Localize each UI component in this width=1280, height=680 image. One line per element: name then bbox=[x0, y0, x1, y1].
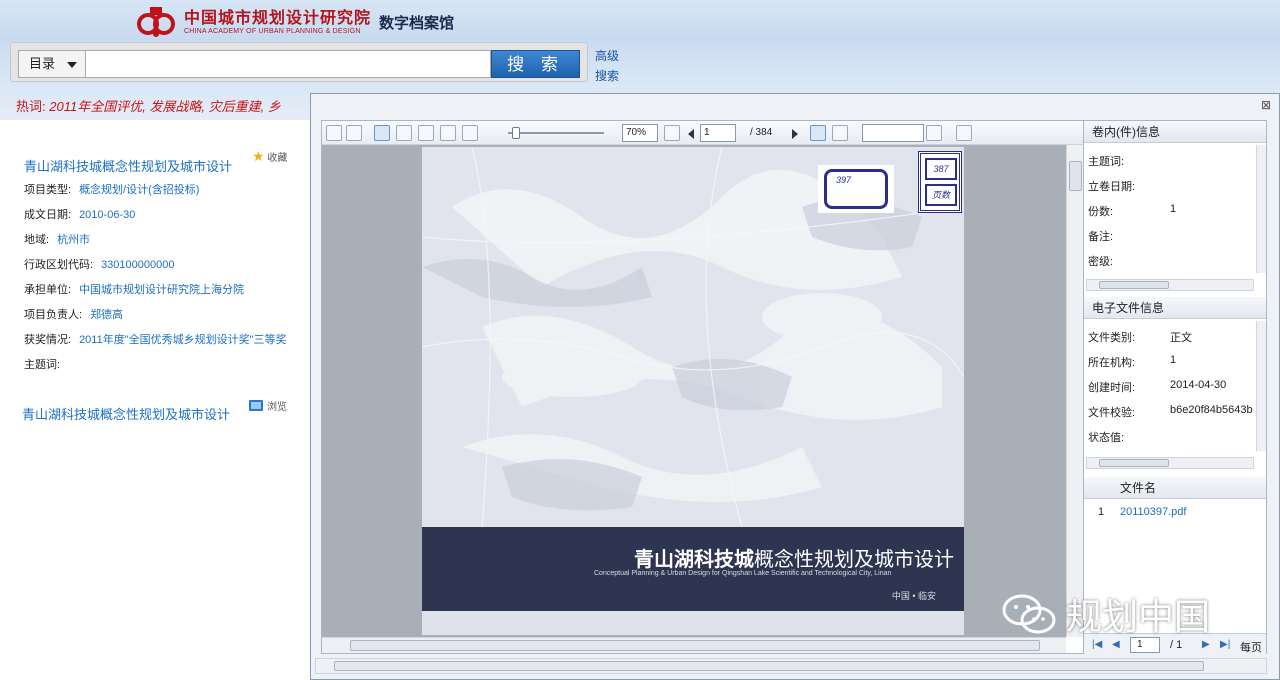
prop-file-category: 文件类别: 正文 bbox=[1088, 332, 1192, 344]
pager-total: / 1 bbox=[1170, 639, 1183, 651]
field-keywords: 主题词: bbox=[24, 359, 61, 371]
next-page-icon[interactable]: ▶ bbox=[1202, 639, 1210, 650]
file-index: 1 bbox=[1098, 506, 1105, 518]
prev-page-icon[interactable] bbox=[688, 129, 694, 139]
monitor-icon bbox=[249, 400, 263, 411]
last-page-icon[interactable]: ▶| bbox=[1220, 639, 1230, 650]
zoom-level-input[interactable]: 70% bbox=[622, 124, 658, 142]
single-page-icon[interactable] bbox=[374, 125, 390, 141]
close-icon[interactable]: ⊠ bbox=[1261, 98, 1271, 112]
next-page-icon[interactable] bbox=[792, 129, 798, 139]
volume-info-scrollbar[interactable] bbox=[1256, 145, 1266, 273]
field-awards: 获奖情况: 2011年度"全国优秀城乡规划设计奖"三等奖 bbox=[24, 334, 287, 346]
search-scope-select[interactable]: 目录 bbox=[18, 50, 86, 78]
cover-title-band: 青山湖科技城概念性规划及城市设计 Conceptual Planning & U… bbox=[422, 527, 964, 611]
fit-width-icon[interactable] bbox=[440, 125, 456, 141]
prop-keywords: 主题词: bbox=[1088, 156, 1125, 168]
search-input[interactable] bbox=[86, 50, 491, 78]
cover-title: 青山湖科技城概念性规划及城市设计 bbox=[634, 547, 954, 571]
viewer-horizontal-scrollbar[interactable] bbox=[315, 658, 1267, 674]
field-organization: 承担单位: 中国城市规划设计研究院上海分院 bbox=[24, 284, 245, 296]
pdf-canvas: 397 387 页数 青山湖科技城概念性规划及城市设计 Conceptual P… bbox=[322, 145, 1066, 637]
download-icon[interactable] bbox=[346, 125, 362, 141]
grid-view-icon[interactable] bbox=[418, 125, 434, 141]
prop-filing-date: 立卷日期: bbox=[1088, 181, 1136, 193]
hot-words-label: 热词: bbox=[16, 99, 46, 114]
properties-pane: 卷内(件)信息 主题词: 立卷日期: 份数: 1 备注: 密级: 电子文件信息 文… bbox=[1083, 120, 1267, 655]
hot-words-terms[interactable]: 2011年全国评优, 发展战略, 灾后重建, 乡 bbox=[49, 99, 281, 114]
org-name-en: CHINA ACADEMY OF URBAN PLANNING & DESIGN bbox=[184, 27, 361, 35]
field-project-lead: 项目负责人: 郑德高 bbox=[24, 309, 124, 321]
cover-place: 中国 • 临安 bbox=[891, 591, 936, 601]
pdf-vertical-scrollbar[interactable] bbox=[1066, 145, 1084, 637]
favorite-button[interactable]: ★ 收藏 bbox=[252, 148, 287, 165]
file-name-column[interactable]: 文件名 bbox=[1120, 477, 1156, 499]
volume-info-hscrollbar[interactable] bbox=[1086, 279, 1254, 291]
double-page-icon[interactable] bbox=[396, 125, 412, 141]
caupd-logo-icon bbox=[134, 4, 178, 40]
zoom-slider-track[interactable] bbox=[508, 132, 604, 134]
fit-height-icon[interactable] bbox=[462, 125, 478, 141]
prop-checksum: 文件校验: b6e20f84b5643b bbox=[1088, 404, 1253, 419]
fullscreen-icon[interactable] bbox=[664, 125, 680, 141]
app-title: 数字档案馆 bbox=[379, 13, 455, 32]
archive-stamp: 397 bbox=[818, 165, 894, 213]
record-detail-panel: 青山湖科技城概念性规划及城市设计 ★ 收藏 项目类型: 概念规划/设计(含招投标)… bbox=[0, 124, 310, 680]
scrollbar-thumb[interactable] bbox=[350, 640, 1040, 651]
field-date: 成文日期: 2010-06-30 bbox=[24, 209, 136, 221]
find-input[interactable] bbox=[862, 124, 924, 142]
search-scope-label: 目录 bbox=[29, 56, 56, 71]
efile-info-scrollbar[interactable] bbox=[1256, 321, 1266, 451]
site-logo[interactable]: 中国城市规划设计研究院 CHINA ACADEMY OF URBAN PLANN… bbox=[134, 4, 454, 40]
browse-button[interactable]: 浏览 bbox=[249, 398, 287, 413]
favorite-label: 收藏 bbox=[267, 153, 288, 164]
file-list-row[interactable]: 1 20110397.pdf bbox=[1084, 501, 1266, 523]
hand-tool-icon[interactable] bbox=[832, 125, 848, 141]
search-icon[interactable] bbox=[926, 125, 942, 141]
page-total: / 384 bbox=[750, 127, 773, 138]
text-select-icon[interactable] bbox=[810, 125, 826, 141]
watermark-text: 规划中国 bbox=[1066, 597, 1211, 638]
volume-info-header[interactable]: 卷内(件)信息 bbox=[1084, 121, 1266, 143]
pdf-pane: 70% 1 / 384 397 387 页数 青山湖科技城概念性规划及城市设计 … bbox=[321, 120, 1085, 654]
efile-info-hscrollbar[interactable] bbox=[1086, 457, 1254, 469]
print-icon[interactable] bbox=[326, 125, 342, 141]
field-admin-code: 行政区划代码: 330100000000 bbox=[24, 259, 175, 271]
field-project-type: 项目类型: 概念规划/设计(含招投标) bbox=[24, 184, 200, 196]
hot-words: 热词: 2011年全国评优, 发展战略, 灾后重建, 乡 bbox=[16, 96, 281, 115]
page-number-input[interactable]: 1 bbox=[700, 124, 736, 142]
prop-copies: 份数: 1 bbox=[1088, 203, 1177, 218]
file-name-link[interactable]: 20110397.pdf bbox=[1120, 501, 1186, 523]
prop-notes: 备注: bbox=[1088, 231, 1114, 243]
search-button[interactable]: 搜 索 bbox=[491, 50, 580, 78]
wechat-icon bbox=[1000, 592, 1060, 636]
prop-institution: 所在机构: 1 bbox=[1088, 354, 1177, 369]
file-title-link[interactable]: 青山湖科技城概念性规划及城市设计 bbox=[22, 404, 230, 423]
prop-created-time: 创建时间: 2014-04-30 bbox=[1088, 379, 1227, 394]
cover-page: 397 387 页数 青山湖科技城概念性规划及城市设计 Conceptual P… bbox=[422, 147, 964, 635]
pdf-toolbar: 70% 1 / 384 bbox=[322, 121, 1084, 145]
archive-stamp-box: 387 页数 bbox=[918, 151, 962, 213]
pdf-horizontal-scrollbar[interactable] bbox=[322, 637, 1066, 653]
prop-classification: 密级: bbox=[1088, 256, 1114, 268]
prev-page-icon[interactable]: ◀ bbox=[1112, 639, 1120, 650]
cover-subtitle: Conceptual Planning & Urban Design for Q… bbox=[594, 570, 892, 577]
browse-label: 浏览 bbox=[267, 402, 287, 413]
scrollbar-thumb[interactable] bbox=[1069, 161, 1082, 191]
efile-info-header[interactable]: 电子文件信息 bbox=[1084, 297, 1266, 319]
highlight-icon[interactable] bbox=[956, 125, 972, 141]
first-page-icon[interactable]: |◀ bbox=[1092, 639, 1102, 650]
wechat-watermark: 规划中国 bbox=[1000, 588, 1210, 640]
zoom-slider-thumb[interactable] bbox=[512, 127, 520, 139]
pager-per-page: 每页 bbox=[1240, 642, 1262, 654]
advanced-search-link[interactable]: 高级搜索 bbox=[595, 46, 625, 86]
record-title-link[interactable]: 青山湖科技城概念性规划及城市设计 bbox=[24, 156, 232, 175]
chevron-down-icon bbox=[67, 62, 77, 68]
prop-status: 状态值: bbox=[1088, 432, 1125, 444]
star-icon: ★ bbox=[252, 148, 265, 164]
field-region: 地域: 杭州市 bbox=[24, 234, 91, 246]
org-name-cn: 中国城市规划设计研究院 bbox=[184, 7, 372, 27]
scrollbar-thumb[interactable] bbox=[334, 661, 1204, 671]
file-list-header: 文件名 bbox=[1084, 477, 1266, 499]
